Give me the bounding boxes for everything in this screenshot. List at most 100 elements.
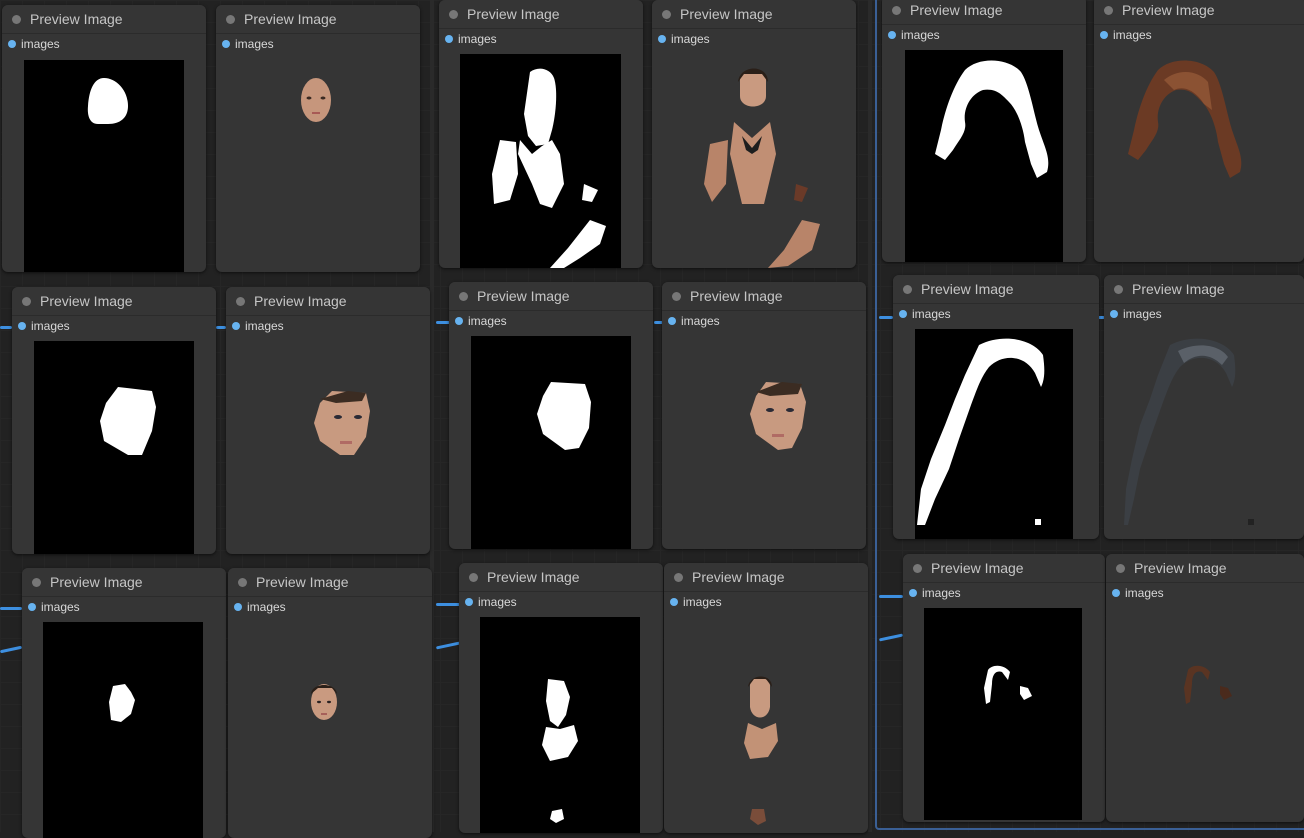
images-input-slot[interactable]: images: [2, 34, 206, 54]
circle-dot-icon[interactable]: [22, 297, 31, 306]
images-input-slot[interactable]: images: [1106, 583, 1304, 603]
images-input-slot[interactable]: images: [893, 304, 1099, 324]
images-input-slot[interactable]: images: [439, 29, 643, 49]
circle-dot-icon[interactable]: [12, 15, 21, 24]
connection-wire: [436, 603, 460, 606]
input-slot-icon[interactable]: [8, 40, 16, 48]
images-input-slot[interactable]: images: [216, 34, 420, 54]
input-slot-icon[interactable]: [899, 310, 907, 318]
input-slot-icon[interactable]: [18, 322, 26, 330]
preview-image-node[interactable]: Preview Image images: [12, 287, 216, 554]
graph-canvas[interactable]: Preview Image images Preview Image image…: [0, 0, 1304, 838]
circle-dot-icon[interactable]: [459, 292, 468, 301]
input-slot-icon[interactable]: [1110, 310, 1118, 318]
connection-wire: [0, 607, 22, 610]
input-slot-icon[interactable]: [888, 31, 896, 39]
preview-image-node[interactable]: Preview Image images: [2, 5, 206, 272]
images-input-slot[interactable]: images: [459, 592, 663, 612]
preview-image-node[interactable]: Preview Image images: [216, 5, 420, 272]
input-slot-icon[interactable]: [658, 35, 666, 43]
preview-output-image: [1094, 50, 1304, 262]
preview-image-node[interactable]: Preview Image images: [903, 554, 1105, 822]
images-input-slot[interactable]: images: [882, 25, 1086, 45]
circle-dot-icon[interactable]: [469, 573, 478, 582]
preview-output-image: [226, 341, 430, 554]
circle-dot-icon[interactable]: [913, 564, 922, 573]
preview-mask-image: [915, 329, 1073, 539]
input-slot-icon[interactable]: [465, 598, 473, 606]
images-input-slot[interactable]: images: [12, 316, 216, 336]
circle-dot-icon[interactable]: [672, 292, 681, 301]
node-title[interactable]: Preview Image: [12, 287, 216, 316]
circle-dot-icon[interactable]: [1114, 285, 1123, 294]
node-title[interactable]: Preview Image: [1104, 275, 1304, 304]
preview-image-node[interactable]: Preview Image images: [882, 0, 1086, 262]
node-title[interactable]: Preview Image: [664, 563, 868, 592]
circle-dot-icon[interactable]: [32, 578, 41, 587]
node-title[interactable]: Preview Image: [22, 568, 226, 597]
circle-dot-icon[interactable]: [892, 6, 901, 15]
images-input-slot[interactable]: images: [1094, 25, 1304, 45]
node-title[interactable]: Preview Image: [652, 0, 856, 29]
preview-mask-image: [34, 341, 194, 554]
node-title[interactable]: Preview Image: [893, 275, 1099, 304]
images-input-slot[interactable]: images: [228, 597, 432, 617]
node-title[interactable]: Preview Image: [459, 563, 663, 592]
preview-image-node[interactable]: Preview Image images: [662, 282, 866, 549]
input-slot-icon[interactable]: [670, 598, 678, 606]
images-input-slot[interactable]: images: [652, 29, 856, 49]
images-input-slot[interactable]: images: [664, 592, 868, 612]
preview-output-image: [652, 54, 856, 268]
preview-image-node[interactable]: Preview Image images: [652, 0, 856, 268]
images-input-slot[interactable]: images: [903, 583, 1105, 603]
node-title[interactable]: Preview Image: [882, 0, 1086, 25]
node-title[interactable]: Preview Image: [439, 0, 643, 29]
preview-image-node[interactable]: Preview Image images: [893, 275, 1099, 539]
input-slot-icon[interactable]: [455, 317, 463, 325]
node-title[interactable]: Preview Image: [662, 282, 866, 311]
node-title[interactable]: Preview Image: [449, 282, 653, 311]
preview-image-node[interactable]: Preview Image images: [459, 563, 663, 833]
circle-dot-icon[interactable]: [449, 10, 458, 19]
circle-dot-icon[interactable]: [662, 10, 671, 19]
images-input-slot[interactable]: images: [226, 316, 430, 336]
node-title[interactable]: Preview Image: [216, 5, 420, 34]
input-slot-icon[interactable]: [28, 603, 36, 611]
input-slot-icon[interactable]: [1112, 589, 1120, 597]
images-input-slot[interactable]: images: [449, 311, 653, 331]
circle-dot-icon[interactable]: [238, 578, 247, 587]
input-slot-icon[interactable]: [234, 603, 242, 611]
node-title[interactable]: Preview Image: [903, 554, 1105, 583]
preview-image-node[interactable]: Preview Image images: [449, 282, 653, 549]
input-slot-icon[interactable]: [1100, 31, 1108, 39]
circle-dot-icon[interactable]: [226, 15, 235, 24]
preview-image-node[interactable]: Preview Image images: [1106, 554, 1304, 822]
images-input-slot[interactable]: images: [662, 311, 866, 331]
images-input-slot[interactable]: images: [1104, 304, 1304, 324]
circle-dot-icon[interactable]: [674, 573, 683, 582]
circle-dot-icon[interactable]: [1116, 564, 1125, 573]
preview-image-node[interactable]: Preview Image images: [22, 568, 226, 838]
input-slot-icon[interactable]: [909, 589, 917, 597]
images-input-slot[interactable]: images: [22, 597, 226, 617]
preview-image-node[interactable]: Preview Image images: [1104, 275, 1304, 539]
node-title[interactable]: Preview Image: [1094, 0, 1304, 25]
input-slot-icon[interactable]: [668, 317, 676, 325]
preview-mask-image: [43, 622, 203, 838]
input-slot-icon[interactable]: [222, 40, 230, 48]
preview-image-node[interactable]: Preview Image images: [226, 287, 430, 554]
node-title[interactable]: Preview Image: [228, 568, 432, 597]
preview-image-node[interactable]: Preview Image images: [664, 563, 868, 833]
circle-dot-icon[interactable]: [236, 297, 245, 306]
preview-image-node[interactable]: Preview Image images: [1094, 0, 1304, 262]
node-title[interactable]: Preview Image: [226, 287, 430, 316]
circle-dot-icon[interactable]: [903, 285, 912, 294]
preview-image-node[interactable]: Preview Image images: [228, 568, 432, 838]
preview-image-node[interactable]: Preview Image images: [439, 0, 643, 268]
preview-output-image: [664, 617, 868, 833]
input-slot-icon[interactable]: [445, 35, 453, 43]
node-title[interactable]: Preview Image: [1106, 554, 1304, 583]
node-title[interactable]: Preview Image: [2, 5, 206, 34]
circle-dot-icon[interactable]: [1104, 6, 1113, 15]
input-slot-icon[interactable]: [232, 322, 240, 330]
